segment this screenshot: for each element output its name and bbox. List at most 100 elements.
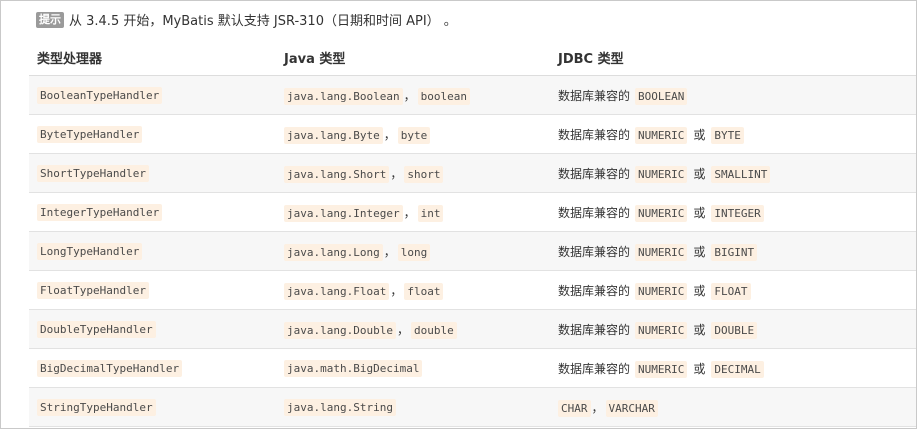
- java-primitive-code: short: [404, 165, 444, 183]
- jdbc-prefix-text: 数据库兼容的: [558, 127, 631, 142]
- java-type-separator: ，: [383, 127, 396, 142]
- type-handler-table: 类型处理器 Java 类型 JDBC 类型 BooleanTypeHandler…: [29, 39, 916, 427]
- cell-jdbc-type: 数据库兼容的 BOOLEAN: [550, 75, 916, 115]
- java-primitive-code: byte: [397, 126, 431, 144]
- handler-code: BooleanTypeHandler: [37, 87, 163, 104]
- jdbc-type-code-alt: FLOAT: [711, 282, 751, 300]
- cell-jdbc-type: 数据库兼容的 NUMERIC 或 INTEGER: [550, 192, 916, 232]
- java-type-code: java.lang.String: [284, 399, 396, 416]
- cell-jdbc-type: 数据库兼容的 NUMERIC 或 DECIMAL: [550, 348, 916, 388]
- java-type-separator: ，: [383, 244, 396, 259]
- cell-handler: ByteTypeHandler: [29, 114, 276, 154]
- table-row: ByteTypeHandler java.lang.Byte， byte 数据库兼容的…: [29, 114, 916, 154]
- tip-badge: 提示: [36, 11, 64, 28]
- jdbc-type-code: CHAR: [558, 399, 591, 417]
- jdbc-prefix-text: 数据库兼容的: [558, 244, 631, 259]
- jdbc-prefix-text: 数据库兼容的: [558, 88, 631, 103]
- table-row: BigDecimalTypeHandler java.math.BigDecima…: [29, 348, 916, 388]
- java-primitive-code: float: [404, 282, 444, 300]
- table-row: StringTypeHandler java.lang.String CHAR， VA…: [29, 387, 916, 427]
- cell-handler: ShortTypeHandler: [29, 153, 276, 193]
- jdbc-type-code: NUMERIC: [635, 243, 688, 261]
- jdbc-or-text: 或: [693, 166, 706, 181]
- handler-code: BigDecimalTypeHandler: [37, 360, 183, 377]
- cell-handler: DoubleTypeHandler: [29, 309, 276, 349]
- java-type-separator: ，: [390, 166, 403, 181]
- java-type-code: java.lang.Boolean: [284, 87, 403, 105]
- java-type-separator: ，: [403, 205, 416, 220]
- java-type-code: java.lang.Long: [284, 243, 383, 261]
- cell-jdbc-type: 数据库兼容的 NUMERIC 或 BYTE: [550, 114, 916, 154]
- cell-java-type: java.lang.Integer， int: [276, 192, 550, 232]
- jdbc-type-code-alt: DECIMAL: [711, 360, 764, 378]
- table-row: ShortTypeHandler java.lang.Short， short 数据库…: [29, 153, 916, 193]
- jdbc-type-code: NUMERIC: [635, 360, 688, 378]
- jdbc-type-code-alt: BIGINT: [711, 243, 758, 261]
- jdbc-prefix-text: 数据库兼容的: [558, 205, 631, 220]
- cell-jdbc-type: 数据库兼容的 NUMERIC 或 BIGINT: [550, 231, 916, 271]
- jdbc-type-code: NUMERIC: [635, 126, 688, 144]
- cell-java-type: java.lang.Short， short: [276, 153, 550, 193]
- table-row: IntegerTypeHandler java.lang.Integer， int 数…: [29, 192, 916, 232]
- jdbc-type-code-alt: INTEGER: [711, 204, 764, 222]
- cell-jdbc-type: 数据库兼容的 NUMERIC 或 SMALLINT: [550, 153, 916, 193]
- jdbc-or-text: 或: [693, 244, 706, 259]
- cell-jdbc-type: 数据库兼容的 NUMERIC 或 DOUBLE: [550, 309, 916, 349]
- jdbc-or-text: 或: [693, 361, 706, 376]
- java-primitive-code: boolean: [417, 87, 470, 105]
- jdbc-type-code-alt: SMALLINT: [711, 165, 771, 183]
- table-row: LongTypeHandler java.lang.Long， long 数据库兼容的…: [29, 231, 916, 271]
- java-type-separator: ，: [390, 283, 403, 298]
- java-type-separator: ，: [396, 322, 409, 337]
- cell-java-type: java.lang.Boolean， boolean: [276, 75, 550, 115]
- handler-code: StringTypeHandler: [37, 399, 156, 416]
- java-type-code: java.lang.Short: [284, 165, 390, 183]
- cell-java-type: java.lang.String: [276, 387, 550, 427]
- jdbc-type-code-alt: VARCHAR: [605, 399, 658, 417]
- tip-note: 提示 从 3.4.5 开始，MyBatis 默认支持 JSR-310（日期和时间…: [36, 10, 457, 29]
- cell-jdbc-type: CHAR， VARCHAR: [550, 387, 916, 427]
- handler-code: DoubleTypeHandler: [37, 321, 156, 338]
- header-jdbc-type: JDBC 类型: [550, 39, 916, 76]
- jdbc-or-text: ，: [591, 400, 604, 415]
- table-row: BooleanTypeHandler java.lang.Boolean， bool…: [29, 75, 916, 115]
- cell-java-type: java.lang.Double， double: [276, 309, 550, 349]
- handler-code: LongTypeHandler: [37, 243, 143, 260]
- table-header-row: 类型处理器 Java 类型 JDBC 类型: [29, 39, 916, 76]
- jdbc-type-code: NUMERIC: [635, 204, 688, 222]
- jdbc-type-code: NUMERIC: [635, 321, 688, 339]
- cell-handler: StringTypeHandler: [29, 387, 276, 427]
- jdbc-or-text: 或: [693, 322, 706, 337]
- jdbc-prefix-text: 数据库兼容的: [558, 283, 631, 298]
- jdbc-or-text: 或: [693, 127, 706, 142]
- cell-jdbc-type: 数据库兼容的 NUMERIC 或 FLOAT: [550, 270, 916, 310]
- jdbc-prefix-text: 数据库兼容的: [558, 361, 631, 376]
- jdbc-type-code-alt: BYTE: [711, 126, 744, 144]
- java-primitive-code: long: [397, 243, 431, 261]
- cell-java-type: java.math.BigDecimal: [276, 348, 550, 388]
- table-row: DoubleTypeHandler java.lang.Double， double…: [29, 309, 916, 349]
- java-type-code: java.lang.Integer: [284, 204, 403, 222]
- jdbc-type-code-alt: DOUBLE: [711, 321, 758, 339]
- tip-text: 从 3.4.5 开始，MyBatis 默认支持 JSR-310（日期和时间 AP…: [69, 14, 457, 29]
- jdbc-prefix-text: 数据库兼容的: [558, 166, 631, 181]
- jdbc-type-code: BOOLEAN: [635, 87, 688, 105]
- cell-handler: FloatTypeHandler: [29, 270, 276, 310]
- java-type-code: java.lang.Byte: [284, 126, 383, 144]
- java-primitive-code: double: [410, 321, 457, 339]
- cell-java-type: java.lang.Byte， byte: [276, 114, 550, 154]
- cell-handler: BigDecimalTypeHandler: [29, 348, 276, 388]
- cell-java-type: java.lang.Long， long: [276, 231, 550, 271]
- jdbc-prefix-text: 数据库兼容的: [558, 322, 631, 337]
- jdbc-type-code: NUMERIC: [635, 282, 688, 300]
- handler-code: IntegerTypeHandler: [37, 204, 163, 221]
- header-java-type: Java 类型: [276, 39, 550, 76]
- doc-frame: 提示 从 3.4.5 开始，MyBatis 默认支持 JSR-310（日期和时间…: [0, 0, 917, 429]
- cell-handler: IntegerTypeHandler: [29, 192, 276, 232]
- handler-code: ShortTypeHandler: [37, 165, 149, 182]
- cell-handler: BooleanTypeHandler: [29, 75, 276, 115]
- java-primitive-code: int: [417, 204, 444, 222]
- java-type-code: java.lang.Double: [284, 321, 396, 339]
- java-type-code: java.lang.Float: [284, 282, 390, 300]
- cell-java-type: java.lang.Float， float: [276, 270, 550, 310]
